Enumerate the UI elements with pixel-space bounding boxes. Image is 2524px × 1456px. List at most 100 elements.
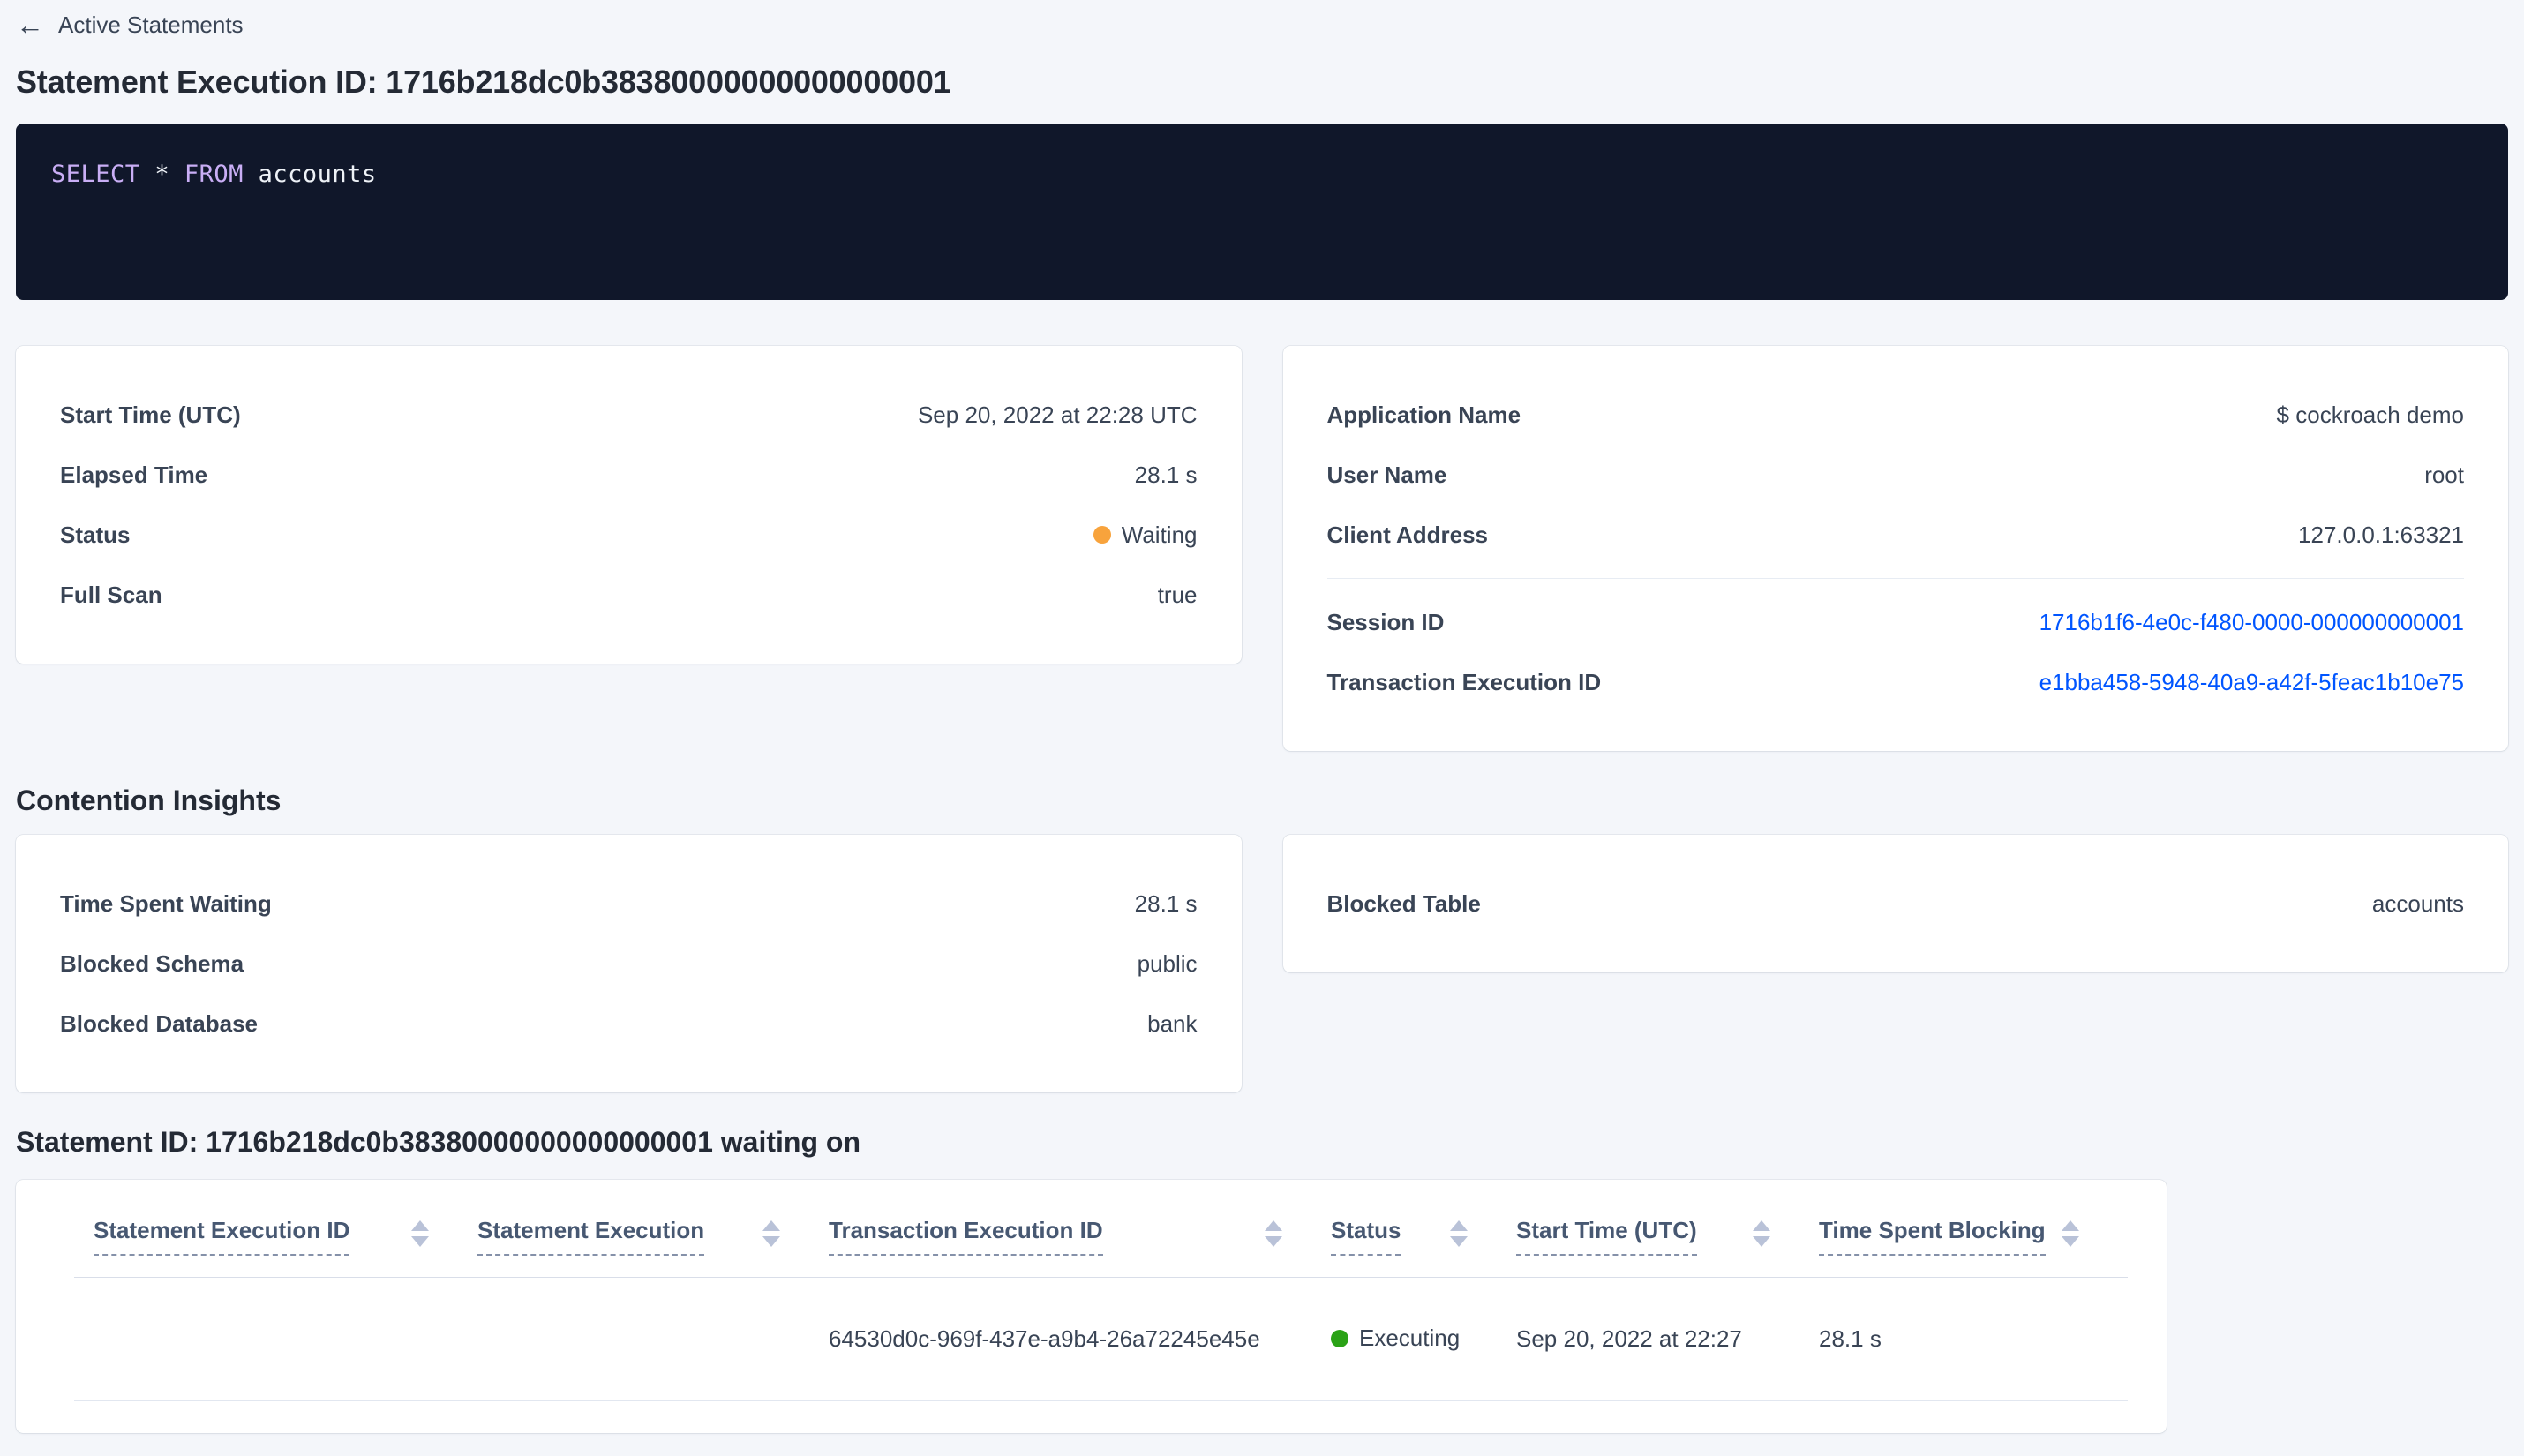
blocked-schema-value: public: [1137, 949, 1198, 977]
start-time-row: Start Time (UTC) Sep 20, 2022 at 22:28 U…: [60, 385, 1198, 445]
elapsed-time-value: 28.1 s: [1134, 461, 1198, 488]
blocked-table-label: Blocked Table: [1326, 889, 1481, 917]
sql-table-name: accounts: [258, 161, 377, 188]
user-name-row: User Name root: [1327, 445, 2465, 505]
sort-up-icon: [2062, 1220, 2079, 1231]
contention-details-card: Time Spent Waiting 28.1 s Blocked Schema…: [16, 835, 1242, 1092]
start-time-label: Start Time (UTC): [60, 401, 241, 428]
sort-icon[interactable]: [762, 1217, 780, 1247]
sort-icon[interactable]: [411, 1217, 429, 1247]
start-time-value: Sep 20, 2022 at 22:28 UTC: [917, 401, 1198, 428]
application-name-row: Application Name $ cockroach demo: [1327, 385, 2465, 445]
sort-icon[interactable]: [1450, 1217, 1468, 1247]
status-badge: Executing: [1331, 1325, 1460, 1352]
sort-down-icon: [1265, 1236, 1282, 1247]
sort-icon[interactable]: [1265, 1217, 1282, 1247]
execution-summary-card: Start Time (UTC) Sep 20, 2022 at 22:28 U…: [16, 346, 1242, 664]
session-id-link[interactable]: 1716b1f6-4e0c-f480-0000-000000000001: [2039, 609, 2464, 636]
back-link-label[interactable]: Active Statements: [58, 11, 244, 39]
status-label: Status: [60, 521, 131, 548]
full-scan-value: true: [1157, 581, 1198, 608]
column-header-label[interactable]: Transaction Execution ID: [829, 1217, 1103, 1256]
sql-statement-box: SELECT * FROM accounts: [16, 124, 2508, 300]
blocked-table-card: Blocked Table accounts: [1282, 835, 2508, 972]
sort-down-icon: [411, 1236, 429, 1247]
full-scan-label: Full Scan: [60, 581, 162, 608]
client-address-label: Client Address: [1326, 521, 1489, 548]
column-header-label[interactable]: Status: [1331, 1217, 1401, 1256]
transaction-execution-id-row: Transaction Execution ID e1bba458-5948-4…: [1327, 652, 2465, 712]
column-header-label[interactable]: Statement Execution ID: [94, 1217, 350, 1256]
sort-up-icon: [411, 1220, 429, 1231]
application-name-value: $ cockroach demo: [2276, 401, 2464, 428]
session-summary-card: Application Name $ cockroach demo User N…: [1282, 346, 2508, 751]
status-value: Executing: [1359, 1325, 1461, 1352]
transaction-execution-id-label: Transaction Execution ID: [1326, 668, 1602, 695]
sort-down-icon: [1450, 1236, 1468, 1247]
user-name-value: root: [2424, 461, 2464, 488]
status-executing-dot-icon: [1331, 1329, 1348, 1347]
sort-icon[interactable]: [1753, 1217, 1770, 1247]
column-header-statement-execution-id: Statement Execution ID: [94, 1217, 477, 1256]
time-spent-waiting-label: Time Spent Waiting: [60, 889, 272, 917]
contention-insights-heading: Contention Insights: [16, 784, 282, 816]
blocked-database-value: bank: [1147, 1009, 1198, 1037]
sql-keyword-from: FROM: [184, 161, 244, 188]
page-title: Statement Execution ID: 1716b218dc0b3838…: [16, 64, 951, 100]
sort-up-icon: [1753, 1220, 1770, 1231]
blocked-table-row: Blocked Table accounts: [1327, 874, 2465, 934]
sort-up-icon: [762, 1220, 780, 1231]
table-header-row: Statement Execution ID Statement Executi…: [74, 1217, 2128, 1278]
time-spent-waiting-value: 28.1 s: [1134, 889, 1198, 917]
blocked-schema-row: Blocked Schema public: [60, 934, 1198, 994]
statement-execution-details-page: ← Active Statements Statement Execution …: [0, 0, 2524, 1433]
cell-time-spent-blocking: 28.1 s: [1819, 1325, 1882, 1352]
client-address-row: Client Address 127.0.0.1:63321: [1327, 505, 2465, 565]
elapsed-time-label: Elapsed Time: [60, 461, 208, 488]
column-header-label[interactable]: Statement Execution: [477, 1217, 705, 1256]
sort-icon[interactable]: [2062, 1217, 2079, 1247]
status-value: Waiting: [1121, 521, 1198, 548]
blocked-table-value: accounts: [2371, 889, 2464, 917]
elapsed-time-row: Elapsed Time 28.1 s: [60, 445, 1198, 505]
cell-transaction-execution-id: 64530d0c-969f-437e-a9b4-26a72245e45e: [829, 1325, 1260, 1352]
column-header-label[interactable]: Start Time (UTC): [1516, 1217, 1697, 1256]
sort-down-icon: [1753, 1236, 1770, 1247]
time-spent-waiting-row: Time Spent Waiting 28.1 s: [60, 874, 1198, 934]
overview-cards-row: Start Time (UTC) Sep 20, 2022 at 22:28 U…: [16, 346, 2508, 751]
blocked-schema-label: Blocked Schema: [60, 949, 244, 977]
cell-start-time: Sep 20, 2022 at 22:27: [1516, 1325, 1742, 1352]
session-id-row: Session ID 1716b1f6-4e0c-f480-0000-00000…: [1327, 592, 2465, 652]
blocked-database-label: Blocked Database: [60, 1009, 258, 1037]
sort-up-icon: [1450, 1220, 1468, 1231]
table-row: 64530d0c-969f-437e-a9b4-26a72245e45e Exe…: [74, 1278, 2128, 1401]
back-link-active-statements[interactable]: ← Active Statements: [16, 7, 244, 42]
sort-up-icon: [1265, 1220, 1282, 1231]
status-badge: Waiting: [1093, 522, 1198, 549]
session-id-label: Session ID: [1326, 608, 1445, 635]
sql-star: *: [154, 161, 170, 188]
waiting-on-table: Statement Execution ID Statement Executi…: [74, 1217, 2128, 1401]
card-divider: [1326, 578, 2464, 579]
sort-down-icon: [762, 1236, 780, 1247]
cell-status: Executing: [1331, 1325, 1516, 1354]
column-header-transaction-execution-id: Transaction Execution ID: [829, 1217, 1331, 1256]
application-name-label: Application Name: [1326, 401, 1521, 428]
client-address-value: 127.0.0.1:63321: [2298, 521, 2464, 548]
sort-down-icon: [2062, 1236, 2079, 1247]
arrow-left-icon[interactable]: ←: [16, 11, 44, 39]
waiting-on-table-card: Statement Execution ID Statement Executi…: [16, 1180, 2167, 1433]
column-header-statement-execution: Statement Execution: [477, 1217, 829, 1256]
transaction-execution-id-link[interactable]: e1bba458-5948-40a9-a42f-5feac1b10e75: [2039, 669, 2464, 696]
blocked-database-row: Blocked Database bank: [60, 994, 1198, 1054]
full-scan-row: Full Scan true: [60, 565, 1198, 625]
column-header-label[interactable]: Time Spent Blocking: [1819, 1217, 2046, 1256]
column-header-status: Status: [1331, 1217, 1516, 1256]
column-header-start-time: Start Time (UTC): [1516, 1217, 1819, 1256]
status-row: Status Waiting: [60, 505, 1198, 565]
contention-cards-row: Time Spent Waiting 28.1 s Blocked Schema…: [16, 835, 2508, 1092]
sql-statement-text: SELECT * FROM accounts: [51, 161, 2473, 188]
waiting-on-heading: Statement ID: 1716b218dc0b38380000000000…: [16, 1126, 860, 1158]
user-name-label: User Name: [1326, 461, 1447, 488]
status-waiting-dot-icon: [1093, 526, 1111, 544]
